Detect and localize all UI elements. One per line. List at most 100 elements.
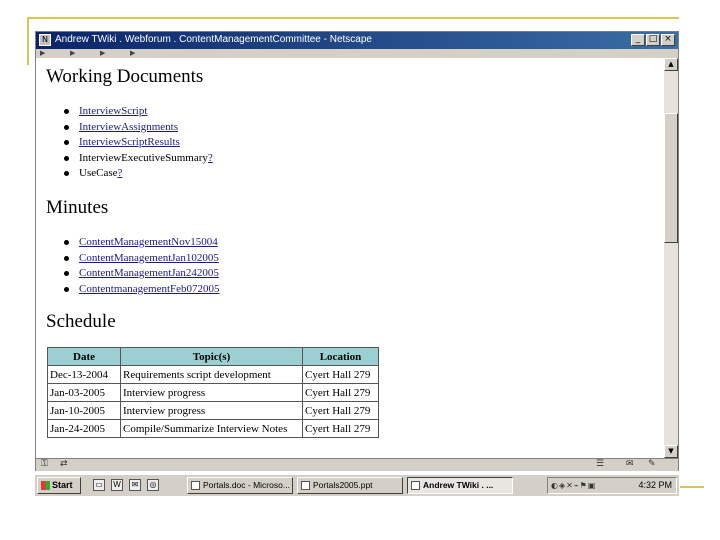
- topic-cell: Compile/Summarize Interview Notes: [120, 419, 303, 438]
- taskbar-item[interactable]: Portals2005.ppt: [297, 477, 403, 494]
- location-cell: Cyert Hall 279: [302, 365, 379, 384]
- doc-link[interactable]: InterviewAssignments: [79, 121, 178, 133]
- location-cell: Cyert Hall 279: [302, 419, 379, 438]
- bullet-icon: [64, 140, 69, 145]
- topic-cell: Requirements script development: [120, 365, 303, 384]
- topic-cell: Interview progress: [120, 383, 303, 402]
- close-button[interactable]: ×: [661, 34, 675, 46]
- security-icon[interactable]: ⚿: [41, 459, 48, 469]
- bullet-icon: [64, 271, 69, 276]
- collapse-arrow-icon[interactable]: ▶: [100, 49, 105, 57]
- topic-cell: Interview progress: [120, 401, 303, 420]
- browser-icon[interactable]: ◎: [147, 479, 159, 491]
- window-title: Andrew TWiki . Webforum . ContentManagem…: [55, 34, 372, 45]
- date-cell: Jan-10-2005: [47, 401, 121, 420]
- location-cell: Cyert Hall 279: [302, 401, 379, 420]
- section-heading-minutes: Minutes: [46, 197, 109, 218]
- doc-link[interactable]: InterviewScriptResults: [79, 136, 180, 148]
- component-bar-icon[interactable]: ☰: [596, 459, 604, 469]
- date-cell: Dec-13-2004: [47, 365, 121, 384]
- browser-window: N Andrew TWiki . Webforum . ContentManag…: [35, 31, 679, 471]
- column-header-date: Date: [47, 347, 121, 366]
- doc-link[interactable]: InterviewScript: [79, 105, 147, 117]
- slide-top-rule: [27, 17, 679, 19]
- collapse-arrow-icon[interactable]: ▶: [130, 49, 135, 57]
- maximize-button[interactable]: □: [646, 34, 660, 46]
- table-header-row: Date Topic(s) Location: [47, 347, 379, 366]
- bullet-icon: [64, 155, 69, 161]
- taskbar-item-label: Andrew TWiki . ...: [423, 480, 494, 490]
- bullet-icon: [64, 255, 69, 261]
- column-header-location: Location: [302, 347, 379, 366]
- list-item: UseCase?: [64, 166, 213, 182]
- date-cell: Jan-24-2005: [47, 419, 121, 438]
- taskbar-item-label: Portals2005.ppt: [313, 480, 373, 490]
- minutes-link[interactable]: ContentManagementJan102005: [79, 252, 219, 264]
- netscape-icon: [411, 481, 420, 490]
- table-row: Jan-10-2005 Interview progress Cyert Hal…: [47, 401, 379, 420]
- list-item: ContentManagementJan102005: [64, 251, 220, 267]
- title-bar[interactable]: N Andrew TWiki . Webforum . ContentManag…: [36, 32, 678, 49]
- bullet-icon: [64, 286, 69, 292]
- collapse-arrow-icon[interactable]: ▶: [70, 49, 75, 57]
- bullet-icon: [64, 240, 69, 245]
- location-cell: Cyert Hall 279: [302, 383, 379, 402]
- bullet-icon: [64, 109, 69, 114]
- slide-corner-dash: [680, 486, 704, 488]
- toolbar-collapsed[interactable]: ▶ ▶ ▶ ▶: [36, 49, 678, 58]
- column-header-topics: Topic(s): [120, 347, 303, 366]
- slide-left-rule: [27, 17, 29, 65]
- section-heading-working: Working Documents: [46, 66, 204, 87]
- clock[interactable]: 4:32 PM: [638, 480, 672, 490]
- working-documents-list: InterviewScript InterviewAssignments Int…: [64, 104, 213, 182]
- connection-icon[interactable]: ⇄: [60, 459, 68, 469]
- start-label: Start: [52, 480, 73, 490]
- composer-icon[interactable]: ✎: [648, 459, 656, 469]
- create-topic-link[interactable]: ?: [208, 152, 213, 164]
- list-item: ContentManagementNov15004: [64, 235, 220, 251]
- scroll-up-button[interactable]: ▲: [664, 58, 678, 71]
- doc-missing-label: InterviewExecutiveSummary: [79, 151, 208, 164]
- scroll-down-button[interactable]: ▼: [664, 445, 678, 458]
- minutes-list: ContentManagementNov15004 ContentManagem…: [64, 235, 220, 297]
- schedule-table: Date Topic(s) Location Dec-13-2004 Requi…: [47, 347, 379, 438]
- presentation-icon: [301, 481, 310, 490]
- desktop-icon[interactable]: ▭: [93, 479, 105, 491]
- date-cell: Jan-03-2005: [47, 383, 121, 402]
- windows-logo-icon: [41, 481, 50, 490]
- system-tray: ◐◈✕⌁⚑▣ 4:32 PM: [547, 477, 677, 494]
- word-icon[interactable]: W: [111, 479, 123, 491]
- vertical-scrollbar[interactable]: ▲ ▼: [664, 58, 678, 458]
- tray-icons[interactable]: ◐◈✕⌁⚑▣: [551, 481, 596, 490]
- doc-missing-label: UseCase: [79, 167, 118, 179]
- list-item: InterviewExecutiveSummary?: [64, 151, 213, 167]
- section-heading-schedule: Schedule: [46, 311, 116, 332]
- page-content: Working Documents InterviewScript Interv…: [36, 58, 664, 458]
- list-item: InterviewAssignments: [64, 120, 213, 136]
- netscape-icon[interactable]: N: [39, 34, 51, 46]
- bullet-icon: [64, 171, 69, 176]
- list-item: ContentmanagementFeb072005: [64, 282, 220, 298]
- minutes-link[interactable]: ContentmanagementFeb072005: [79, 283, 220, 295]
- scroll-thumb[interactable]: [664, 113, 678, 243]
- table-row: Jan-03-2005 Interview progress Cyert Hal…: [47, 383, 379, 402]
- list-item: ContentManagementJan242005: [64, 266, 220, 282]
- table-row: Dec-13-2004 Requirements script developm…: [47, 365, 379, 384]
- minutes-link[interactable]: ContentManagementNov15004: [79, 236, 218, 248]
- taskbar-item[interactable]: Portals.doc - Microso...: [187, 477, 293, 494]
- start-button[interactable]: Start: [37, 477, 81, 494]
- document-icon: [191, 481, 200, 490]
- taskbar-item-active[interactable]: Andrew TWiki . ...: [407, 477, 513, 494]
- minutes-link[interactable]: ContentManagementJan242005: [79, 267, 219, 279]
- bullet-icon: [64, 124, 69, 130]
- taskbar-item-label: Portals.doc - Microso...: [203, 480, 290, 490]
- mail-icon[interactable]: ✉: [626, 459, 634, 469]
- create-topic-link[interactable]: ?: [118, 167, 123, 179]
- minimize-button[interactable]: _: [631, 34, 645, 46]
- outlook-icon[interactable]: ✉: [129, 479, 141, 491]
- status-bar: ⚿ ⇄ ☰ ✉ ✎: [36, 458, 678, 471]
- table-row: Jan-24-2005 Compile/Summarize Interview …: [47, 419, 379, 438]
- collapse-arrow-icon[interactable]: ▶: [40, 49, 45, 57]
- taskbar: Start ▭ W ✉ ◎ Portals.doc - Microso... P…: [35, 474, 679, 496]
- list-item: InterviewScriptResults: [64, 135, 213, 151]
